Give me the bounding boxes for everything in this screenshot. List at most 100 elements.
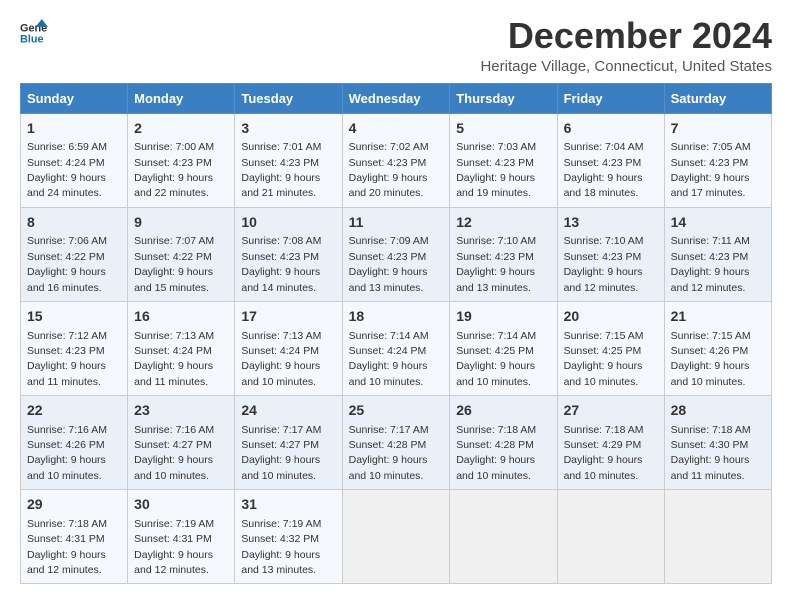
day-number: 19 <box>456 307 550 327</box>
calendar-cell <box>557 490 664 584</box>
calendar-cell: 18 Sunrise: 7:14 AMSunset: 4:24 PMDaylig… <box>342 301 450 395</box>
day-number: 5 <box>456 119 550 139</box>
day-number: 31 <box>241 495 335 515</box>
day-info: Sunrise: 7:08 AMSunset: 4:23 PMDaylight:… <box>241 235 321 293</box>
calendar-cell: 31 Sunrise: 7:19 AMSunset: 4:32 PMDaylig… <box>235 490 342 584</box>
day-number: 10 <box>241 213 335 233</box>
col-thursday: Thursday <box>450 83 557 113</box>
calendar-cell: 15 Sunrise: 7:12 AMSunset: 4:23 PMDaylig… <box>21 301 128 395</box>
calendar-cell: 4 Sunrise: 7:02 AMSunset: 4:23 PMDayligh… <box>342 113 450 207</box>
day-info: Sunrise: 7:13 AMSunset: 4:24 PMDaylight:… <box>134 330 214 388</box>
day-number: 9 <box>134 213 228 233</box>
day-info: Sunrise: 7:18 AMSunset: 4:28 PMDaylight:… <box>456 424 536 482</box>
day-number: 28 <box>671 401 765 421</box>
day-info: Sunrise: 7:17 AMSunset: 4:28 PMDaylight:… <box>349 424 429 482</box>
main-title: December 2024 <box>480 16 772 56</box>
calendar-cell: 22 Sunrise: 7:16 AMSunset: 4:26 PMDaylig… <box>21 396 128 490</box>
calendar-week-row: 15 Sunrise: 7:12 AMSunset: 4:23 PMDaylig… <box>21 301 772 395</box>
calendar-cell: 23 Sunrise: 7:16 AMSunset: 4:27 PMDaylig… <box>128 396 235 490</box>
calendar-cell: 25 Sunrise: 7:17 AMSunset: 4:28 PMDaylig… <box>342 396 450 490</box>
calendar-table: Sunday Monday Tuesday Wednesday Thursday… <box>20 83 772 585</box>
day-number: 11 <box>349 213 444 233</box>
day-info: Sunrise: 7:02 AMSunset: 4:23 PMDaylight:… <box>349 141 429 199</box>
day-info: Sunrise: 6:59 AMSunset: 4:24 PMDaylight:… <box>27 141 107 199</box>
day-number: 4 <box>349 119 444 139</box>
day-info: Sunrise: 7:19 AMSunset: 4:31 PMDaylight:… <box>134 518 214 576</box>
day-info: Sunrise: 7:19 AMSunset: 4:32 PMDaylight:… <box>241 518 321 576</box>
day-number: 1 <box>27 119 121 139</box>
calendar-week-row: 8 Sunrise: 7:06 AMSunset: 4:22 PMDayligh… <box>21 207 772 301</box>
day-info: Sunrise: 7:10 AMSunset: 4:23 PMDaylight:… <box>564 235 644 293</box>
calendar-header-row: Sunday Monday Tuesday Wednesday Thursday… <box>21 83 772 113</box>
calendar-week-row: 29 Sunrise: 7:18 AMSunset: 4:31 PMDaylig… <box>21 490 772 584</box>
calendar-cell: 3 Sunrise: 7:01 AMSunset: 4:23 PMDayligh… <box>235 113 342 207</box>
calendar-cell: 28 Sunrise: 7:18 AMSunset: 4:30 PMDaylig… <box>664 396 771 490</box>
day-number: 8 <box>27 213 121 233</box>
day-number: 30 <box>134 495 228 515</box>
day-number: 24 <box>241 401 335 421</box>
day-number: 26 <box>456 401 550 421</box>
calendar-cell: 9 Sunrise: 7:07 AMSunset: 4:22 PMDayligh… <box>128 207 235 301</box>
day-info: Sunrise: 7:13 AMSunset: 4:24 PMDaylight:… <box>241 330 321 388</box>
day-info: Sunrise: 7:11 AMSunset: 4:23 PMDaylight:… <box>671 235 750 293</box>
day-info: Sunrise: 7:10 AMSunset: 4:23 PMDaylight:… <box>456 235 536 293</box>
day-number: 15 <box>27 307 121 327</box>
col-wednesday: Wednesday <box>342 83 450 113</box>
calendar-cell: 27 Sunrise: 7:18 AMSunset: 4:29 PMDaylig… <box>557 396 664 490</box>
calendar-cell: 20 Sunrise: 7:15 AMSunset: 4:25 PMDaylig… <box>557 301 664 395</box>
day-number: 18 <box>349 307 444 327</box>
day-info: Sunrise: 7:12 AMSunset: 4:23 PMDaylight:… <box>27 330 107 388</box>
calendar-cell: 21 Sunrise: 7:15 AMSunset: 4:26 PMDaylig… <box>664 301 771 395</box>
day-number: 7 <box>671 119 765 139</box>
day-number: 13 <box>564 213 658 233</box>
day-info: Sunrise: 7:00 AMSunset: 4:23 PMDaylight:… <box>134 141 214 199</box>
calendar-cell: 11 Sunrise: 7:09 AMSunset: 4:23 PMDaylig… <box>342 207 450 301</box>
day-info: Sunrise: 7:15 AMSunset: 4:26 PMDaylight:… <box>671 330 751 388</box>
day-number: 3 <box>241 119 335 139</box>
day-info: Sunrise: 7:01 AMSunset: 4:23 PMDaylight:… <box>241 141 321 199</box>
calendar-cell: 29 Sunrise: 7:18 AMSunset: 4:31 PMDaylig… <box>21 490 128 584</box>
day-number: 6 <box>564 119 658 139</box>
calendar-cell: 17 Sunrise: 7:13 AMSunset: 4:24 PMDaylig… <box>235 301 342 395</box>
col-monday: Monday <box>128 83 235 113</box>
day-info: Sunrise: 7:03 AMSunset: 4:23 PMDaylight:… <box>456 141 536 199</box>
calendar-cell: 5 Sunrise: 7:03 AMSunset: 4:23 PMDayligh… <box>450 113 557 207</box>
day-number: 25 <box>349 401 444 421</box>
day-number: 22 <box>27 401 121 421</box>
day-number: 12 <box>456 213 550 233</box>
day-number: 16 <box>134 307 228 327</box>
calendar-cell: 12 Sunrise: 7:10 AMSunset: 4:23 PMDaylig… <box>450 207 557 301</box>
col-saturday: Saturday <box>664 83 771 113</box>
calendar-cell: 10 Sunrise: 7:08 AMSunset: 4:23 PMDaylig… <box>235 207 342 301</box>
calendar-cell: 14 Sunrise: 7:11 AMSunset: 4:23 PMDaylig… <box>664 207 771 301</box>
day-info: Sunrise: 7:06 AMSunset: 4:22 PMDaylight:… <box>27 235 107 293</box>
calendar-cell: 6 Sunrise: 7:04 AMSunset: 4:23 PMDayligh… <box>557 113 664 207</box>
day-info: Sunrise: 7:14 AMSunset: 4:24 PMDaylight:… <box>349 330 429 388</box>
calendar-cell <box>450 490 557 584</box>
day-number: 2 <box>134 119 228 139</box>
title-block: December 2024 Heritage Village, Connecti… <box>480 16 772 75</box>
calendar-cell: 30 Sunrise: 7:19 AMSunset: 4:31 PMDaylig… <box>128 490 235 584</box>
day-info: Sunrise: 7:15 AMSunset: 4:25 PMDaylight:… <box>564 330 644 388</box>
day-info: Sunrise: 7:07 AMSunset: 4:22 PMDaylight:… <box>134 235 214 293</box>
calendar-week-row: 22 Sunrise: 7:16 AMSunset: 4:26 PMDaylig… <box>21 396 772 490</box>
day-info: Sunrise: 7:17 AMSunset: 4:27 PMDaylight:… <box>241 424 321 482</box>
day-number: 23 <box>134 401 228 421</box>
svg-text:Blue: Blue <box>20 33 44 44</box>
day-number: 21 <box>671 307 765 327</box>
day-info: Sunrise: 7:16 AMSunset: 4:26 PMDaylight:… <box>27 424 107 482</box>
day-number: 27 <box>564 401 658 421</box>
day-info: Sunrise: 7:14 AMSunset: 4:25 PMDaylight:… <box>456 330 536 388</box>
day-info: Sunrise: 7:09 AMSunset: 4:23 PMDaylight:… <box>349 235 429 293</box>
day-number: 20 <box>564 307 658 327</box>
col-sunday: Sunday <box>21 83 128 113</box>
col-tuesday: Tuesday <box>235 83 342 113</box>
calendar-cell <box>664 490 771 584</box>
col-friday: Friday <box>557 83 664 113</box>
day-info: Sunrise: 7:18 AMSunset: 4:29 PMDaylight:… <box>564 424 644 482</box>
day-number: 17 <box>241 307 335 327</box>
logo: General Blue <box>20 16 48 44</box>
calendar-cell: 26 Sunrise: 7:18 AMSunset: 4:28 PMDaylig… <box>450 396 557 490</box>
calendar-cell: 1 Sunrise: 6:59 AMSunset: 4:24 PMDayligh… <box>21 113 128 207</box>
day-info: Sunrise: 7:16 AMSunset: 4:27 PMDaylight:… <box>134 424 214 482</box>
